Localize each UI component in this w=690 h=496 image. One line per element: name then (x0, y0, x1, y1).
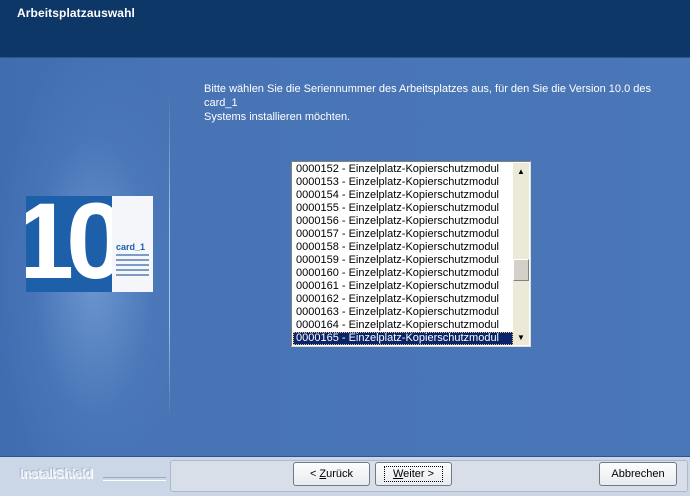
back-button[interactable]: < Zurück (293, 462, 370, 486)
logo-text-lines (116, 254, 149, 279)
back-label: < Zurück (309, 468, 354, 480)
vertical-scrollbar[interactable]: ▲ ▼ (513, 163, 529, 345)
installshield-logo: InstallShield (20, 466, 93, 481)
triangle-down-icon: ▼ (517, 332, 525, 342)
list-item[interactable]: 0000163 - Einzelplatz-Kopierschutzmodul (293, 306, 513, 319)
panel-divider (169, 90, 170, 420)
list-items: 0000152 - Einzelplatz-Kopierschutzmodul 0… (293, 163, 513, 345)
logo-brand: card_1 (116, 242, 146, 252)
footer-separator (0, 456, 690, 457)
list-item[interactable]: 0000152 - Einzelplatz-Kopierschutzmodul (293, 163, 513, 176)
serial-number-listbox[interactable]: 0000152 - Einzelplatz-Kopierschutzmodul 0… (291, 161, 531, 347)
list-item[interactable]: 0000155 - Einzelplatz-Kopierschutzmodul (293, 202, 513, 215)
list-item[interactable]: 0000154 - Einzelplatz-Kopierschutzmodul (293, 189, 513, 202)
list-item[interactable]: 0000153 - Einzelplatz-Kopierschutzmodul (293, 176, 513, 189)
list-item[interactable]: 0000164 - Einzelplatz-Kopierschutzmodul (293, 319, 513, 332)
list-item[interactable]: 0000158 - Einzelplatz-Kopierschutzmodul (293, 241, 513, 254)
list-item[interactable]: 0000160 - Einzelplatz-Kopierschutzmodul (293, 267, 513, 280)
list-item[interactable]: 0000159 - Einzelplatz-Kopierschutzmodul (293, 254, 513, 267)
instruction-line-2: Systems installieren möchten. (204, 111, 351, 123)
instruction-text: Bitte wählen Sie die Seriennummer des Ar… (204, 82, 674, 124)
list-item[interactable]: 0000157 - Einzelplatz-Kopierschutzmodul (293, 228, 513, 241)
next-label: Weiter > (383, 466, 444, 482)
instruction-line-1: Bitte wählen Sie die Seriennummer des Ar… (204, 83, 651, 109)
footer-groove (103, 477, 166, 481)
triangle-up-icon: ▲ (517, 166, 525, 176)
header-banner: Arbeitsplatzauswahl (0, 0, 690, 58)
list-item[interactable]: 0000161 - Einzelplatz-Kopierschutzmodul (293, 280, 513, 293)
list-item[interactable]: 0000162 - Einzelplatz-Kopierschutzmodul (293, 293, 513, 306)
product-logo: 10 card_1 (26, 196, 153, 292)
next-button[interactable]: Weiter > (375, 462, 452, 486)
scroll-up-button[interactable]: ▲ (513, 163, 529, 179)
cancel-button[interactable]: Abbrechen (599, 462, 677, 486)
scroll-thumb[interactable] (513, 259, 529, 281)
list-item[interactable]: 0000156 - Einzelplatz-Kopierschutzmodul (293, 215, 513, 228)
logo-version-number: 10 (26, 196, 126, 292)
scroll-down-button[interactable]: ▼ (513, 329, 529, 345)
dialog-title: Arbeitsplatzauswahl (17, 6, 135, 20)
list-item[interactable]: 0000165 - Einzelplatz-Kopierschutzmodul (293, 332, 513, 345)
